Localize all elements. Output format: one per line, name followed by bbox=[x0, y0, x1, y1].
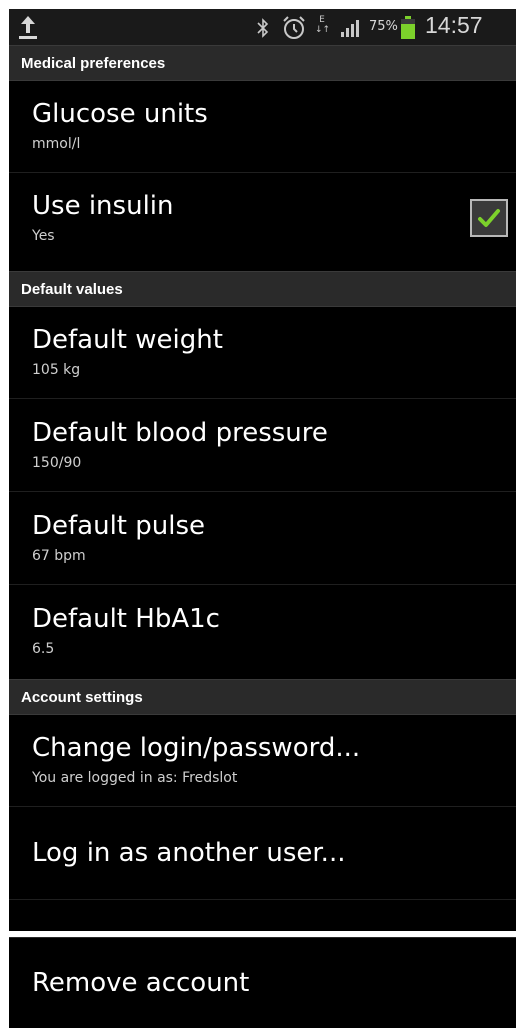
section-header-label: Account settings bbox=[21, 689, 143, 706]
pref-title: Default blood pressure bbox=[32, 418, 328, 448]
pref-remove-account[interactable]: Remove account bbox=[9, 938, 516, 1028]
pref-title: Default weight bbox=[32, 325, 223, 355]
pref-glucose-units[interactable]: Glucose units mmol/l bbox=[9, 81, 516, 173]
pref-summary: 67 bpm bbox=[32, 548, 86, 564]
pref-title: Default pulse bbox=[32, 511, 206, 541]
pref-title: Default HbA1c bbox=[32, 604, 220, 634]
pref-default-hba1c[interactable]: Default HbA1c 6.5 bbox=[9, 586, 516, 678]
pref-use-insulin[interactable]: Use insulin Yes bbox=[9, 173, 516, 265]
preferences-screen: E ↓↑ 75% 14:57 Medical preferences Gluco… bbox=[9, 9, 516, 931]
status-clock: 14:57 bbox=[425, 12, 483, 38]
status-bar: E ↓↑ 75% 14:57 bbox=[9, 9, 516, 45]
pref-title: Use insulin bbox=[32, 191, 174, 221]
checkmark-icon bbox=[478, 209, 500, 227]
pref-title: Change login/password... bbox=[32, 733, 361, 763]
pref-summary: mmol/l bbox=[32, 136, 81, 152]
section-header-account: Account settings bbox=[9, 679, 516, 715]
pref-change-login[interactable]: Change login/password... You are logged … bbox=[9, 715, 516, 807]
section-header-label: Medical preferences bbox=[21, 55, 166, 72]
section-header-medical: Medical preferences bbox=[9, 45, 516, 81]
battery-percent: 75% bbox=[369, 19, 398, 34]
pref-title: Glucose units bbox=[32, 99, 208, 129]
pref-summary: Yes bbox=[32, 228, 55, 244]
preferences-screen-continued: Remove account bbox=[9, 937, 516, 1028]
signal-icon bbox=[341, 20, 359, 37]
network-type-icon: E ↓↑ bbox=[315, 15, 331, 35]
section-header-defaults: Default values bbox=[9, 271, 516, 307]
use-insulin-checkbox[interactable] bbox=[470, 199, 508, 237]
pref-log-in-another-user[interactable]: Log in as another user... bbox=[9, 808, 516, 900]
upload-icon bbox=[19, 16, 37, 39]
battery-icon bbox=[401, 16, 415, 39]
section-header-label: Default values bbox=[21, 281, 123, 298]
pref-default-weight[interactable]: Default weight 105 kg bbox=[9, 307, 516, 399]
pref-title: Log in as another user... bbox=[32, 838, 346, 868]
pref-default-pulse[interactable]: Default pulse 67 bpm bbox=[9, 493, 516, 585]
pref-summary: 6.5 bbox=[32, 641, 55, 657]
pref-summary: You are logged in as: Fredslot bbox=[32, 770, 238, 786]
bluetooth-icon bbox=[257, 18, 269, 38]
pref-summary: 105 kg bbox=[32, 362, 81, 378]
pref-summary: 150/90 bbox=[32, 455, 82, 471]
pref-default-blood-pressure[interactable]: Default blood pressure 150/90 bbox=[9, 400, 516, 492]
alarm-icon bbox=[283, 16, 305, 39]
pref-title: Remove account bbox=[32, 968, 250, 998]
